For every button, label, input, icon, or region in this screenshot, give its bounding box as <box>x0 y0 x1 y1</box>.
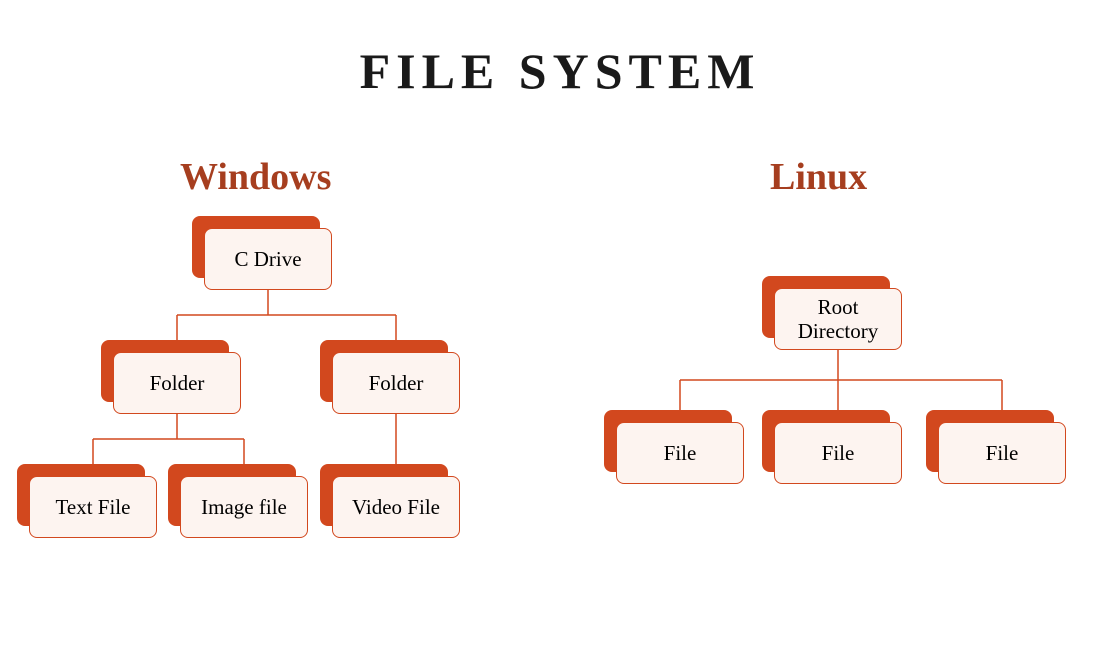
node-label: C Drive <box>204 228 332 290</box>
node-c-drive: C Drive <box>204 228 332 290</box>
node-label: Folder <box>113 352 241 414</box>
node-folder-1: Folder <box>113 352 241 414</box>
node-file-2: File <box>774 422 902 484</box>
node-label: File <box>774 422 902 484</box>
node-label: Text File <box>29 476 157 538</box>
node-file-1: File <box>616 422 744 484</box>
node-video-file: Video File <box>332 476 460 538</box>
node-file-3: File <box>938 422 1066 484</box>
node-label: Root Directory <box>774 288 902 350</box>
node-label: Image file <box>180 476 308 538</box>
node-label: Video File <box>332 476 460 538</box>
node-folder-2: Folder <box>332 352 460 414</box>
windows-heading: Windows <box>180 155 331 199</box>
node-image-file: Image file <box>180 476 308 538</box>
node-label: Folder <box>332 352 460 414</box>
node-label: File <box>616 422 744 484</box>
linux-heading: Linux <box>770 155 867 199</box>
page-title: FILE SYSTEM <box>0 42 1120 100</box>
node-root-directory: Root Directory <box>774 288 902 350</box>
node-label: File <box>938 422 1066 484</box>
node-text-file: Text File <box>29 476 157 538</box>
